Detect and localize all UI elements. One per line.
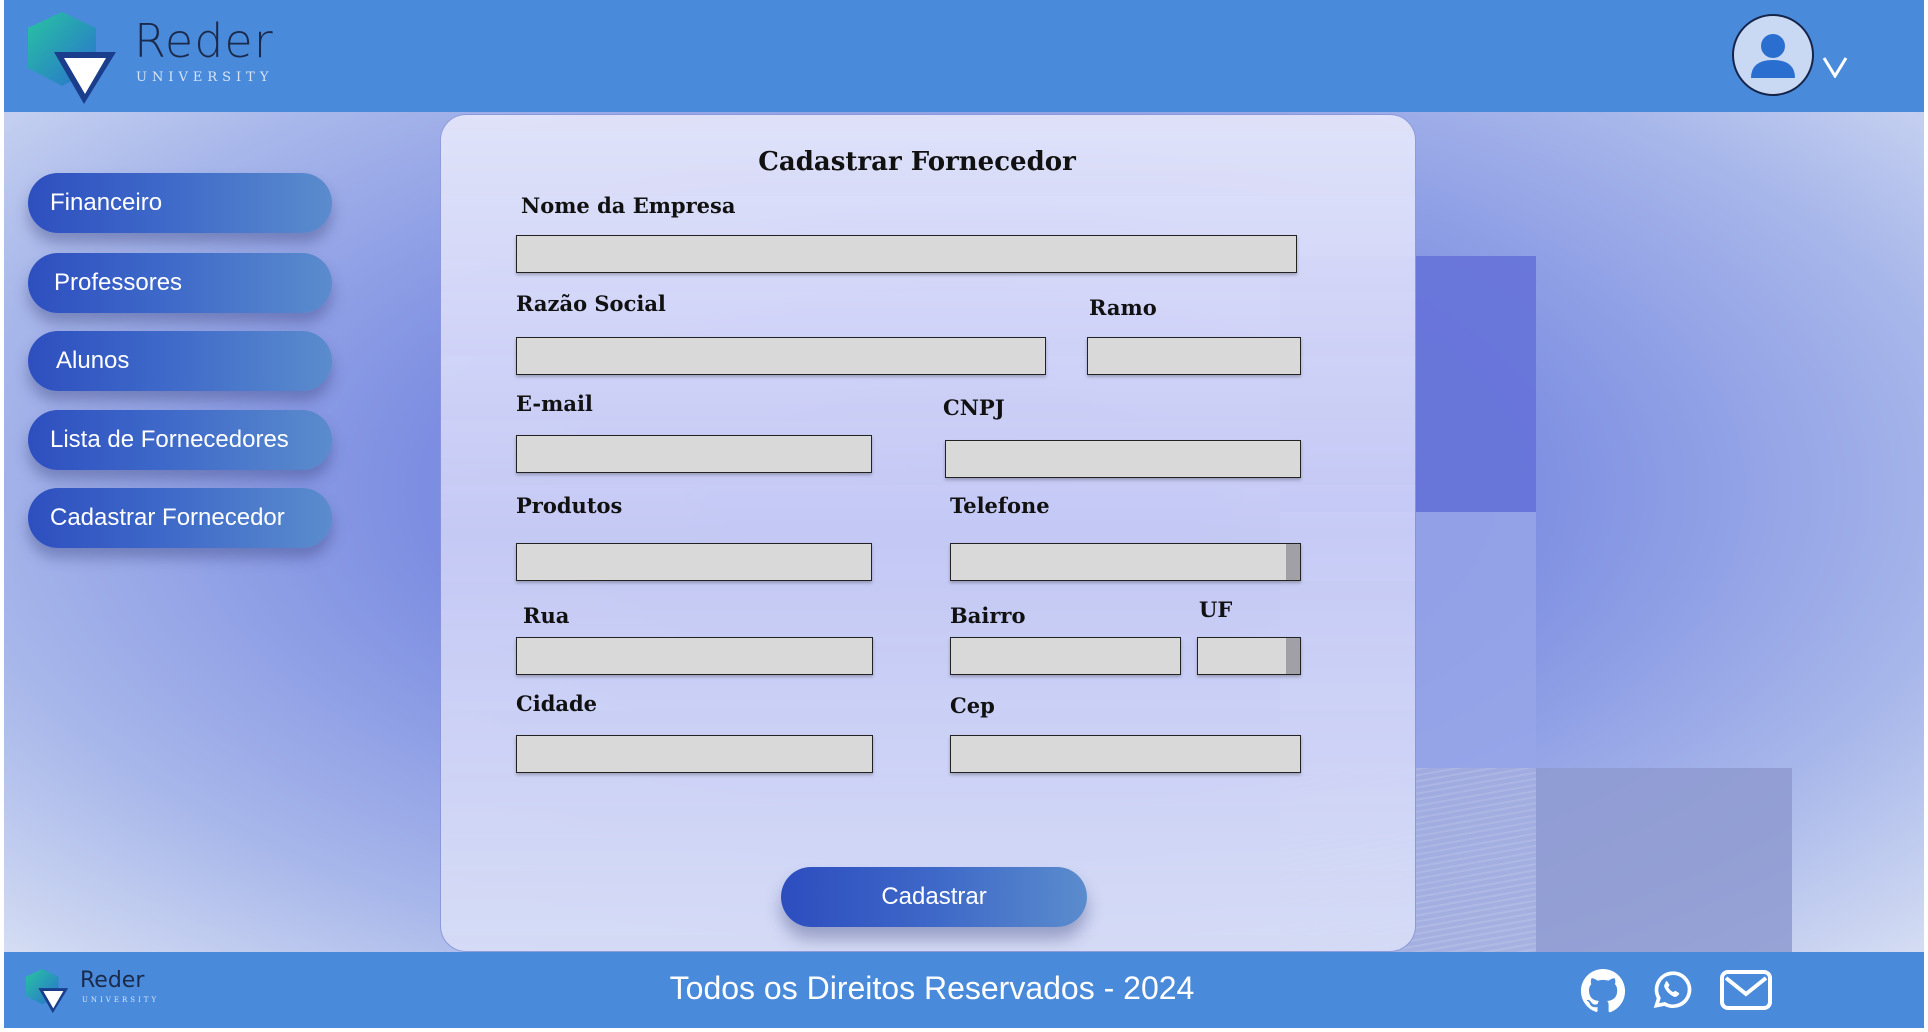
label-cidade: Cidade	[516, 691, 598, 716]
sidebar-item-label: Professores	[54, 269, 183, 296]
header: Reder UNIVERSITY	[4, 0, 1924, 112]
ramo-input[interactable]	[1088, 338, 1300, 374]
footer: Reder UNIVERSITY Todos os Direitos Reser…	[4, 952, 1924, 1028]
label-nome-empresa: Nome da Empresa	[521, 193, 736, 218]
sidebar-item-financeiro[interactable]: Financeiro	[28, 173, 332, 233]
label-razao-social: Razão Social	[516, 291, 666, 316]
whatsapp-icon[interactable]	[1650, 968, 1694, 1017]
main-area: Financeiro Professores Alunos Lista de F…	[4, 112, 1924, 952]
sidebar-item-lista-fornecedores[interactable]: Lista de Fornecedores	[28, 410, 332, 470]
cidade-input[interactable]	[517, 736, 872, 772]
cnpj-input[interactable]	[946, 441, 1300, 477]
user-avatar[interactable]	[1732, 14, 1814, 96]
label-uf: UF	[1199, 597, 1233, 622]
produtos-field[interactable]	[516, 543, 872, 581]
brand-logo[interactable]: Reder UNIVERSITY	[24, 10, 284, 110]
form-card: Cadastrar Fornecedor Nome da Empresa Raz…	[440, 114, 1416, 952]
sidebar-item-label: Cadastrar Fornecedor	[50, 504, 285, 531]
sidebar-item-label: Financeiro	[50, 189, 163, 216]
email-icon[interactable]	[1720, 970, 1772, 1015]
decor-block	[1536, 768, 1792, 952]
razao-social-field[interactable]	[516, 337, 1046, 375]
app-frame: Reder UNIVERSITY Financeiro Professores …	[4, 0, 1924, 1028]
uf-input[interactable]	[1198, 638, 1300, 674]
cnpj-field[interactable]	[945, 440, 1301, 478]
form-title: Cadastrar Fornecedor	[758, 147, 1076, 177]
rua-input[interactable]	[517, 638, 872, 674]
label-telefone: Telefone	[950, 493, 1050, 518]
label-cnpj: CNPJ	[943, 395, 1005, 420]
label-rua: Rua	[523, 603, 570, 628]
cadastrar-button-label: Cadastrar	[881, 883, 987, 910]
razao-social-input[interactable]	[517, 338, 1045, 374]
sidebar-item-alunos[interactable]: Alunos	[28, 331, 332, 391]
field-scrollbar[interactable]	[1286, 638, 1300, 674]
cep-field[interactable]	[950, 735, 1301, 773]
bairro-field[interactable]	[950, 637, 1181, 675]
telefone-field[interactable]	[950, 543, 1301, 581]
cadastrar-button[interactable]: Cadastrar	[781, 867, 1087, 927]
uf-field[interactable]	[1197, 637, 1301, 675]
chevron-down-icon[interactable]	[1822, 48, 1848, 87]
email-input[interactable]	[517, 436, 871, 472]
brand-name: Reder	[134, 14, 274, 68]
logo-hexagon-icon	[28, 12, 116, 104]
cidade-field[interactable]	[516, 735, 873, 773]
label-produtos: Produtos	[516, 493, 623, 518]
sidebar-item-professores[interactable]: Professores	[28, 253, 332, 313]
telefone-input[interactable]	[951, 544, 1300, 580]
label-email: E-mail	[516, 391, 593, 416]
label-cep: Cep	[950, 693, 995, 718]
produtos-input[interactable]	[517, 544, 871, 580]
cep-input[interactable]	[951, 736, 1300, 772]
nome-empresa-input[interactable]	[517, 236, 1296, 272]
label-ramo: Ramo	[1089, 295, 1157, 320]
sidebar-item-label: Alunos	[56, 347, 130, 374]
nome-empresa-field[interactable]	[516, 235, 1297, 273]
rua-field[interactable]	[516, 637, 873, 675]
brand-tagline: UNIVERSITY	[136, 70, 274, 85]
user-icon	[1751, 34, 1795, 78]
field-scrollbar[interactable]	[1286, 544, 1300, 580]
label-bairro: Bairro	[950, 603, 1026, 628]
ramo-field[interactable]	[1087, 337, 1301, 375]
email-field[interactable]	[516, 435, 872, 473]
sidebar-item-cadastrar-fornecedor[interactable]: Cadastrar Fornecedor	[28, 488, 332, 548]
sidebar-item-label: Lista de Fornecedores	[50, 426, 289, 453]
github-icon[interactable]	[1580, 968, 1626, 1019]
bairro-input[interactable]	[951, 638, 1180, 674]
